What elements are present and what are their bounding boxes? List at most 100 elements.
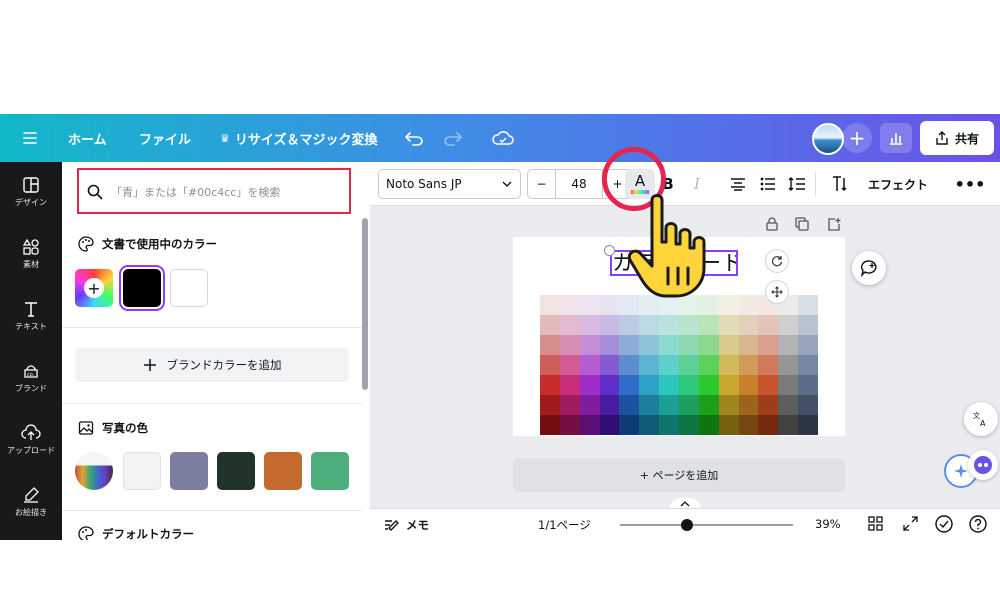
cloud-save-icon[interactable] — [491, 114, 515, 162]
add-comment-button[interactable] — [852, 251, 886, 285]
color-chart-grid — [540, 295, 818, 435]
photo-color-swatch[interactable] — [217, 452, 255, 490]
color-chart-cell — [579, 395, 600, 415]
fullscreen-icon[interactable] — [903, 516, 918, 534]
zoom-slider-thumb[interactable] — [681, 519, 694, 531]
page-indicator[interactable]: 1/1ページ — [538, 517, 591, 533]
default-colors-heading: デフォルトカラー — [78, 526, 194, 540]
check-circle-icon[interactable] — [935, 515, 953, 536]
color-chart-cell — [679, 315, 699, 335]
translate-icon: 文A — [973, 411, 986, 428]
add-color-swatch[interactable]: + — [75, 269, 113, 307]
color-chart-cell — [559, 295, 580, 315]
toolbar-divider — [815, 172, 816, 196]
rotate-icon[interactable] — [765, 249, 789, 273]
file-menu[interactable]: ファイル — [139, 114, 191, 162]
document-colors-title: 文書で使用中のカラー — [102, 237, 217, 251]
color-chart-cell — [599, 415, 620, 435]
color-chart-cell — [718, 355, 739, 375]
color-chart-cell — [659, 415, 679, 435]
color-chart-cell — [798, 395, 818, 415]
zoom-slider-track[interactable] — [620, 524, 793, 526]
font-size-value[interactable]: 48 — [556, 170, 602, 198]
color-chart-cell — [559, 355, 580, 375]
selection-handle[interactable] — [604, 245, 615, 256]
canva-editor: ホーム ファイル ♛ リサイズ＆マジック変換 + 共有 デザイン 素材 テキスト… — [0, 114, 1000, 540]
notes-button[interactable]: メモ — [384, 517, 429, 533]
add-brand-color-button[interactable]: ブランドカラーを追加 — [75, 348, 349, 382]
photo-color-swatch[interactable] — [123, 452, 161, 490]
move-icon[interactable] — [765, 280, 789, 304]
help-icon[interactable] — [969, 515, 987, 536]
more-options-icon[interactable]: ••• — [955, 170, 986, 198]
font-family-select[interactable]: Noto Sans JP — [378, 169, 521, 199]
undo-icon[interactable] — [404, 114, 424, 162]
color-chart-cell — [798, 355, 818, 375]
insights-button[interactable] — [880, 123, 912, 153]
vertical-text-icon[interactable] — [826, 170, 854, 198]
color-chart-cell — [639, 315, 660, 335]
rail-item-text[interactable]: テキスト — [0, 288, 62, 344]
image-icon — [78, 421, 94, 435]
color-chart-cell — [738, 295, 759, 315]
rail-item-uploads[interactable]: アップロード — [0, 412, 62, 468]
color-chart-cell — [778, 335, 799, 355]
zoom-value[interactable]: 39% — [815, 517, 841, 531]
add-page-icon[interactable] — [823, 213, 845, 235]
color-chart-cell — [639, 375, 660, 395]
translate-button[interactable]: 文A — [964, 402, 998, 436]
redo-icon[interactable] — [443, 114, 463, 162]
bar-chart-icon — [890, 133, 902, 145]
plus-icon: + — [84, 278, 104, 298]
color-chart-cell — [758, 315, 779, 335]
color-chart-cell — [798, 335, 818, 355]
rail-item-design[interactable]: デザイン — [0, 164, 62, 220]
lock-icon[interactable] — [761, 213, 783, 235]
color-chart-cell — [738, 355, 759, 375]
color-chart-cell — [718, 375, 739, 395]
color-chart-cell — [798, 315, 818, 335]
color-chart-cell — [599, 335, 620, 355]
photo-color-swatch[interactable] — [264, 452, 302, 490]
align-center-icon[interactable] — [724, 170, 752, 198]
avatar[interactable] — [812, 123, 844, 155]
rail-item-brand[interactable]: co. ブランド — [0, 350, 62, 406]
photo-color-swatch[interactable] — [311, 452, 349, 490]
duplicate-icon[interactable] — [791, 213, 813, 235]
color-chart-cell — [738, 315, 759, 335]
color-chart-cell — [718, 395, 739, 415]
bulleted-list-icon[interactable] — [754, 170, 782, 198]
color-chart-cell — [679, 355, 699, 375]
add-page-button[interactable]: + ページを追加 — [513, 458, 845, 492]
search-highlight-box — [77, 168, 351, 214]
color-chart-cell — [758, 415, 779, 435]
photo-color-swatch[interactable] — [170, 452, 208, 490]
grid-view-icon[interactable] — [868, 516, 883, 534]
rail-item-draw[interactable]: お絵描き — [0, 474, 62, 530]
font-size-decrease-button[interactable]: − — [528, 170, 556, 198]
home-menu[interactable]: ホーム — [68, 114, 107, 162]
hamburger-icon[interactable] — [22, 114, 38, 162]
color-chart-cell — [778, 395, 799, 415]
text-icon — [25, 302, 37, 317]
panel-scrollbar[interactable] — [362, 218, 368, 390]
rail-item-elements[interactable]: 素材 — [0, 226, 62, 282]
share-button[interactable]: 共有 — [920, 121, 994, 155]
swatch-black[interactable] — [123, 269, 161, 307]
comment-plus-icon — [860, 260, 877, 277]
resize-magic-menu[interactable]: ♛ リサイズ＆マジック変換 — [220, 114, 378, 162]
swatch-white[interactable] — [170, 269, 208, 307]
color-chart-cell — [579, 415, 600, 435]
color-chart-cell — [758, 355, 779, 375]
color-chart-cell — [778, 415, 799, 435]
color-search-input[interactable] — [111, 185, 331, 199]
effects-button[interactable]: エフェクト — [868, 176, 928, 193]
invite-plus-icon[interactable]: + — [842, 123, 872, 153]
line-spacing-icon[interactable] — [783, 170, 811, 198]
color-chart-cell — [639, 395, 660, 415]
color-chart-cell — [698, 355, 719, 375]
assistant-face-button[interactable] — [968, 450, 998, 480]
color-chart-cell — [698, 375, 719, 395]
search-box — [83, 174, 355, 210]
photo-thumbnail[interactable] — [75, 452, 113, 490]
